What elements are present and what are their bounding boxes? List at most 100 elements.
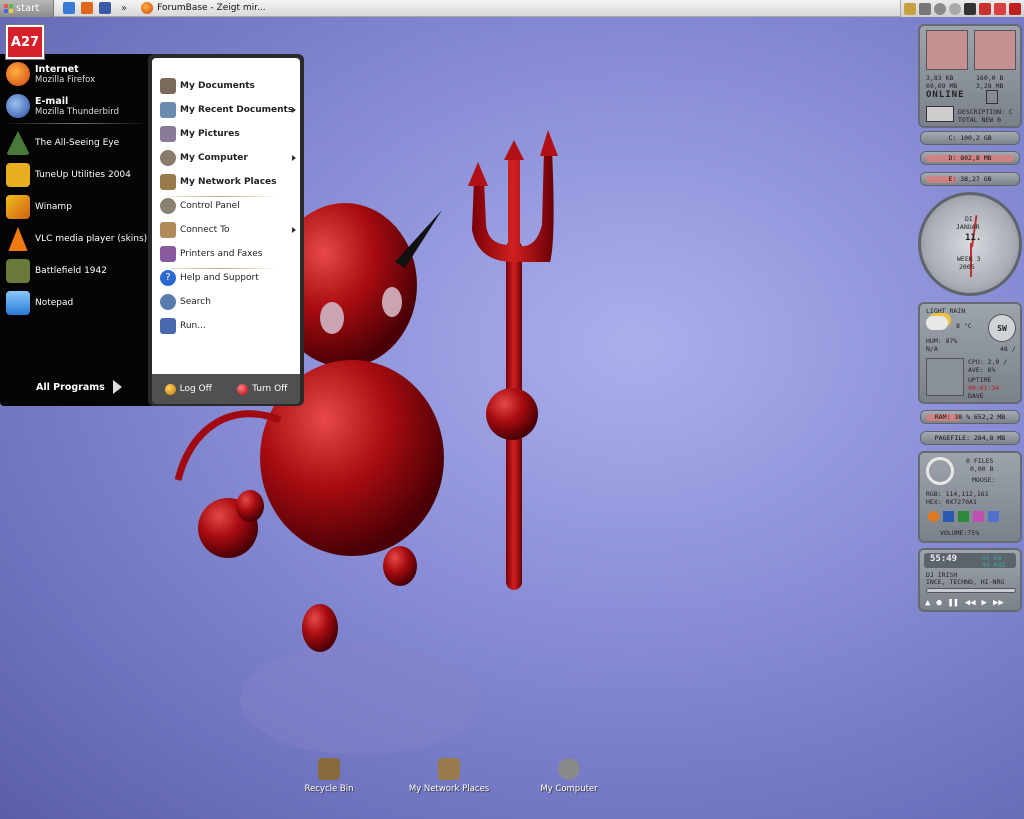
clock-date: 11. xyxy=(965,233,982,243)
play-tray-icon[interactable] xyxy=(919,2,931,15)
recent-program[interactable]: Battlefield 1942 xyxy=(6,259,148,283)
start-label: start xyxy=(16,2,40,14)
download-rate: 3,83 KB xyxy=(926,74,954,82)
vlc-icon xyxy=(8,227,28,251)
recent-program[interactable]: VLC media player (skins) xyxy=(6,227,148,251)
place-search[interactable]: Search xyxy=(160,294,294,310)
seek-bar[interactable] xyxy=(926,588,1016,593)
desktop-icon-network-places[interactable]: My Network Places xyxy=(399,758,499,794)
pinned-title: E-mail xyxy=(35,95,69,107)
log-off-icon xyxy=(164,383,176,395)
place-my-computer[interactable]: My Computer xyxy=(160,150,296,166)
pinned-email[interactable]: E-mail Mozilla Thunderbird xyxy=(6,94,148,118)
player-time: 55:49 xyxy=(930,554,958,564)
drive-c-label: C: 100,2 GB xyxy=(948,134,992,142)
excel-launch-icon[interactable] xyxy=(958,511,969,522)
place-label: Connect To xyxy=(180,225,230,235)
place-control-panel[interactable]: Control Panel xyxy=(160,198,294,214)
recent-program[interactable]: TuneUp Utilities 2004 xyxy=(6,163,148,187)
firefox-icon xyxy=(6,62,30,86)
program-label: Winamp xyxy=(35,202,72,212)
control-panel-icon xyxy=(160,198,176,214)
place-label: My Documents xyxy=(180,81,255,91)
all-programs-button[interactable]: All Programs xyxy=(36,380,122,394)
taskbar-window-button[interactable]: ForumBase - Zeigt mir... xyxy=(141,1,291,16)
pictures-icon xyxy=(160,126,176,142)
media-launch-icon[interactable] xyxy=(988,511,999,522)
connect-icon xyxy=(160,222,176,238)
word-launch-icon[interactable] xyxy=(943,511,954,522)
clock-tray-icon[interactable] xyxy=(949,2,961,15)
run-icon xyxy=(160,318,176,334)
player-controls: ▲ ● ❚❚ ◀◀ ▶ ▶▶ xyxy=(925,598,1004,608)
mail-tray-icon[interactable] xyxy=(1009,2,1021,15)
place-help-support[interactable]: ? Help and Support xyxy=(160,270,294,286)
place-my-recent-documents[interactable]: My Recent Documents xyxy=(160,102,296,118)
play-icon[interactable]: ▶ xyxy=(982,598,987,608)
speaker-tray-icon[interactable] xyxy=(934,2,946,15)
program-label: Battlefield 1942 xyxy=(35,266,107,276)
stop-icon[interactable]: ● xyxy=(936,598,941,608)
place-label: My Pictures xyxy=(180,129,240,139)
previous-icon[interactable]: ◀◀ xyxy=(965,598,976,608)
cpu-average: AVE: 6% xyxy=(968,366,996,374)
place-label: Run... xyxy=(180,321,206,331)
power-icon xyxy=(237,383,249,395)
mouse-rgb: RGB: 114,112,161 xyxy=(926,490,989,498)
recent-program[interactable]: Winamp xyxy=(6,195,148,219)
antivirus-tray-icon[interactable] xyxy=(994,2,1006,15)
recent-documents-icon xyxy=(160,102,176,118)
place-my-documents[interactable]: My Documents xyxy=(160,78,294,94)
computer-icon xyxy=(160,150,176,166)
program-label: TuneUp Utilities 2004 xyxy=(35,170,131,180)
place-connect-to[interactable]: Connect To xyxy=(160,222,296,238)
thunderbird-quicklaunch-icon[interactable] xyxy=(99,2,111,14)
weather-na: N/A xyxy=(926,345,938,353)
weather-condition: LIGHT RAIN xyxy=(926,307,966,315)
app-tray-icon[interactable] xyxy=(964,2,976,15)
recent-program[interactable]: The All-Seeing Eye xyxy=(6,131,148,155)
place-printers-faxes[interactable]: Printers and Faxes xyxy=(160,246,294,262)
battlefield-icon xyxy=(6,259,30,283)
user-picture[interactable]: A27 xyxy=(6,25,44,59)
arrow-right-icon xyxy=(112,380,122,394)
documents-icon xyxy=(160,78,176,94)
weather-system-widget: LIGHT RAIN 8 °C SW HUM: 87% N/A 48 / CPU… xyxy=(918,302,1022,404)
pinned-internet[interactable]: Internet Mozilla Firefox xyxy=(6,62,148,86)
mail-icon[interactable] xyxy=(926,106,954,122)
next-icon[interactable]: ▶▶ xyxy=(993,598,1004,608)
programs-pane: Internet Mozilla Firefox E-mail Mozilla Th… xyxy=(0,54,152,406)
cpu-usage: CPU: 2,0 / xyxy=(968,358,1008,366)
desktop-icon-recycle-bin[interactable]: Recycle Bin xyxy=(279,758,379,794)
taskbar: start » ForumBase - Zeigt mir... xyxy=(0,0,1024,17)
desktop-icon-label: Recycle Bin xyxy=(304,784,354,794)
paint-launch-icon[interactable] xyxy=(973,511,984,522)
place-my-network-places[interactable]: My Network Places xyxy=(160,174,294,190)
ie-quicklaunch-icon[interactable] xyxy=(63,2,75,14)
mouse-label: MOUSE: xyxy=(972,476,996,484)
turn-off-button[interactable]: Turn Off xyxy=(237,383,287,395)
place-label: Control Panel xyxy=(180,201,240,211)
network-tray-icon[interactable] xyxy=(904,2,916,15)
notepad-icon xyxy=(6,291,30,315)
desktop-icon-my-computer[interactable]: My Computer xyxy=(519,758,619,794)
firefox-quicklaunch-icon[interactable] xyxy=(81,2,93,14)
volume-label: VOLUME:75% xyxy=(940,529,980,537)
recent-program[interactable]: Notepad xyxy=(6,291,148,315)
shield-tray-icon[interactable] xyxy=(979,2,991,15)
place-my-pictures[interactable]: My Pictures xyxy=(160,126,294,142)
uptime-value: 00:01:34 xyxy=(968,384,1000,392)
firefox-icon xyxy=(141,2,154,14)
place-label: Printers and Faxes xyxy=(180,249,263,259)
program-label: VLC media player (skins) xyxy=(35,234,148,244)
tuneup-icon xyxy=(6,163,30,187)
log-off-button[interactable]: Log Off xyxy=(164,383,212,395)
firefox-launch-icon[interactable] xyxy=(928,511,939,522)
pause-icon[interactable]: ❚❚ xyxy=(948,598,959,608)
eject-icon[interactable]: ▲ xyxy=(925,598,930,608)
place-run[interactable]: Run... xyxy=(160,318,294,334)
start-button[interactable]: start xyxy=(0,0,54,17)
quicklaunch-more[interactable]: » xyxy=(121,3,127,14)
wind-speed: 48 / xyxy=(1000,345,1016,353)
recycle-mouse-widget: 0 FILES 0,00 B MOUSE: RGB: 114,112,161 H… xyxy=(918,451,1022,543)
